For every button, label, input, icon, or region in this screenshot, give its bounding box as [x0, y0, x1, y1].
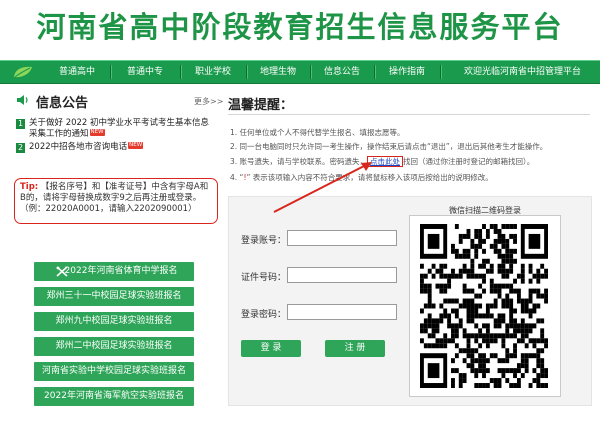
nav-item-vocational-secondary[interactable]: 普通中专 [114, 61, 176, 83]
tip-box: Tip: 【报名序号】和【准考证号】中含有字母A和B的，请将字母替换成数字9之后… [14, 178, 218, 224]
zhengzhou-2-football-registration-button[interactable]: 郑州二中校园足球实验班报名 [34, 337, 194, 356]
password-recovery-link[interactable]: 点击此处 [367, 156, 404, 167]
reminder-rule-4: 4. “!” 表示该项输入内容不符合要求，请将鼠标移入该项后按给出的说明修改。 [230, 173, 493, 182]
reminder-rule-2: 2. 同一台电脑同时只允许同一考生操作，操作结束后请点击“退出”，退出后其他考生… [230, 142, 548, 151]
main-nav: 普通高中 普通中专 职业学校 地理生物 信息公告 操作指南 欢迎光临河南省中招管… [0, 60, 600, 84]
password-input[interactable] [287, 304, 397, 320]
nav-welcome-text: 欢迎光临河南省中招管理平台 [463, 67, 581, 77]
account-input[interactable] [287, 230, 397, 246]
page-title: 河南省高中阶段教育招生信息服务平台 [36, 10, 564, 44]
news-number: 2 [16, 143, 25, 153]
nav-item-general-high-school[interactable]: 普通高中 [48, 61, 106, 83]
reminder-rule-1: 1. 任何单位或个人不得代替学生报名、填报志愿等。 [230, 128, 405, 137]
divider [228, 114, 590, 115]
qr-code-box[interactable] [409, 215, 561, 397]
nav-item-vocational-school[interactable]: 职业学校 [184, 61, 242, 83]
more-link[interactable]: 更多>> [194, 96, 223, 107]
naval-aviation-registration-button[interactable]: 2022年河南省海军航空实验班报名 [34, 387, 194, 406]
reminder-title: 温馨提醒： [228, 98, 294, 113]
nav-item-operation-guide[interactable]: 操作指南 [378, 61, 436, 83]
login-button[interactable]: 登 录 [241, 340, 301, 357]
login-panel: 登录账号： 证件号码： 登录密码： 登 录 注 册 微信扫描二维码登录 [228, 196, 592, 406]
tip-label: Tip: [20, 182, 39, 192]
speaker-icon [17, 95, 28, 105]
leaf-logo-icon [14, 66, 32, 78]
id-number-label: 证件号码： [241, 273, 287, 283]
news-number: 1 [16, 119, 25, 129]
tip-text: 【报名序号】和【准考证号】中含有字母A和B的，请将字母替换成数字9之后再注册或登… [20, 182, 209, 214]
notice-title: 信息公告 [36, 96, 89, 111]
register-button[interactable]: 注 册 [325, 340, 385, 357]
news-title[interactable]: 关于做好 2022 初中学业水平考试考生基本信息采集工作的通知 NEW [29, 118, 216, 140]
nav-item-geography-biology[interactable]: 地理生物 [250, 61, 306, 83]
password-label: 登录密码： [241, 310, 287, 320]
nav-item-announcements[interactable]: 信息公告 [314, 61, 370, 83]
experimental-middle-school-football-registration-button[interactable]: 河南省实验中学校园足球实验班报名 [34, 362, 194, 381]
id-number-input[interactable] [287, 267, 397, 283]
qr-code-icon [420, 224, 548, 388]
news-title[interactable]: 2022中招各地市咨询电话 NEW [29, 142, 144, 153]
new-badge: NEW [128, 142, 144, 149]
crossed-tools-icon [56, 266, 68, 277]
account-label: 登录账号： [241, 236, 287, 246]
reminder-rule-3: 3. 账号遗失，请与学校联系。密码遗失， 点击此处 找回（通过你注册时登记的邮箱找回… [230, 156, 535, 167]
new-badge: NEW [89, 129, 105, 136]
sports-school-registration-button[interactable]: 2022年河南省体育中学报名 [34, 262, 194, 281]
zhengzhou-31-football-registration-button[interactable]: 郑州三十一中校园足球实验班报名 [34, 287, 194, 306]
zhengzhou-9-football-registration-button[interactable]: 郑州九中校园足球实验班报名 [34, 312, 194, 331]
